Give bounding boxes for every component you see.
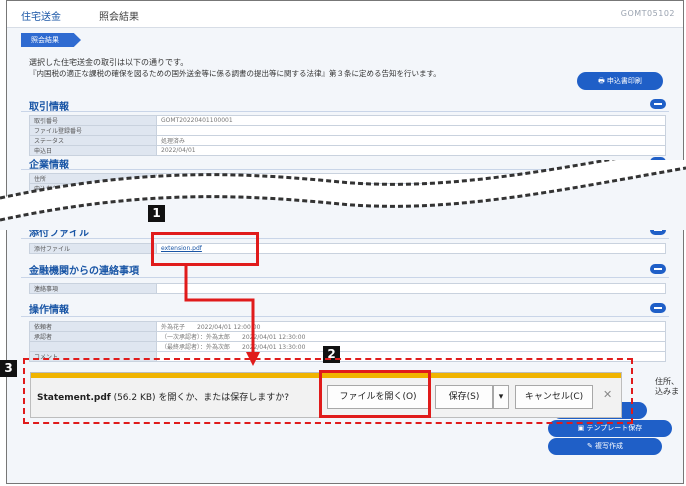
operation-table: 依頼者 外為花子 2022/04/01 12:00:00 承認者 （一次承認者）：外… <box>29 321 666 362</box>
row-label: 承認者 <box>29 331 157 342</box>
callout-box-file-link <box>151 232 259 266</box>
row-value: オオサカ チョウジブ <box>156 173 666 184</box>
row-value: 2022/04/01 <box>156 145 666 156</box>
callout-arrow <box>184 264 260 366</box>
table-row: 住所 オオサカ チョウジブ <box>29 173 666 184</box>
print-application-button[interactable]: 🖶 申込書印刷 <box>577 72 663 90</box>
result-message-line2: 『内国税の適正な課税の確保を図るための国外送金等に係る調書の提出等に関する法律』… <box>29 69 441 78</box>
row-value <box>156 125 666 136</box>
row-label: ステータス <box>29 135 157 146</box>
section-divider <box>21 316 669 317</box>
table-row: 添付ファイル extension.pdf <box>29 243 666 254</box>
print-button-label: 申込書印刷 <box>606 77 642 85</box>
table-row: 承認者 （一次承認者）：外為太郎 2022/04/01 12:30:00 <box>29 331 666 342</box>
printer-icon: 🖶 <box>598 77 607 85</box>
result-message-line1: 選択した住宅送金の取引は以下の通りです。 <box>29 58 189 67</box>
table-row: 取引番号 GOMT20220401100001 <box>29 115 666 126</box>
save-template-label: テンプレート保存 <box>586 424 643 432</box>
app-name[interactable]: 住宅送金 <box>21 8 61 23</box>
table-row: ステータス 処理済み <box>29 135 666 146</box>
row-label: 添付ファイル <box>29 243 157 254</box>
section-title-bank-contact: 金融機関からの連絡事項 <box>29 266 139 277</box>
transaction-table: 取引番号 GOMT20220401100001 ファイル登録番号 ステータス 処理済… <box>29 115 666 156</box>
row-label: 住所 <box>29 173 157 184</box>
collapse-bank-contact-icon[interactable] <box>650 264 666 274</box>
step-indicator: 照会結果 <box>21 33 81 47</box>
section-divider <box>21 238 669 239</box>
callout-number-3: 3 <box>0 360 17 377</box>
side-note-line2: 込みま <box>655 387 679 396</box>
bank-contact-table: 連絡事項 <box>29 283 666 294</box>
copy-create-button[interactable]: ✎ 複写作成 <box>548 438 662 455</box>
row-label: 連絡事項 <box>29 283 157 294</box>
save-icon: ▣ <box>577 424 587 432</box>
table-row: 依頼者 外為花子 2022/04/01 12:00:00 <box>29 321 666 332</box>
section-divider <box>21 169 669 170</box>
section-title-operation: 操作情報 <box>29 305 69 316</box>
section-divider <box>21 277 669 278</box>
section-divider <box>21 111 669 112</box>
section-title-attachment: 添付ファイル <box>29 228 89 239</box>
row-label <box>29 341 157 352</box>
screen-id: GOMT05102 <box>620 9 675 18</box>
row-value <box>156 201 666 212</box>
collapse-transaction-icon[interactable] <box>650 99 666 109</box>
table-row: （最終承認者）：外為次郎 2022/04/01 13:30:00 <box>29 341 666 352</box>
row-label <box>29 201 157 212</box>
collapse-operation-icon[interactable] <box>650 303 666 313</box>
row-label: 申込日 <box>29 145 157 156</box>
row-value: GOMT20220401100001 <box>156 115 666 126</box>
row-value: 処理済み <box>156 135 666 146</box>
table-row: 申込日 2022/04/01 <box>29 145 666 156</box>
table-row: 連絡事項 <box>29 283 666 294</box>
side-note-line1: 住所、 <box>655 377 679 386</box>
collapse-attachment-icon[interactable] <box>650 225 666 235</box>
table-row: ファイル登録番号 <box>29 125 666 136</box>
collapse-applicant-icon[interactable] <box>650 157 666 167</box>
copy-create-label: 複写作成 <box>595 442 624 450</box>
header-bar: 住宅送金 照会結果 GOMT05102 <box>7 1 683 28</box>
applicant-table-continued <box>29 201 666 212</box>
side-note: 住所、 込みま <box>655 377 679 397</box>
row-label: ファイル登録番号 <box>29 125 157 136</box>
table-row <box>29 201 666 212</box>
page-name: 照会結果 <box>99 12 139 23</box>
pencil-icon: ✎ <box>586 442 596 450</box>
callout-box-download-bar <box>23 358 633 424</box>
row-label: 依頼者 <box>29 321 157 332</box>
callout-number-1: 1 <box>148 205 165 222</box>
attachment-table: 添付ファイル extension.pdf <box>29 243 666 254</box>
row-label: 取引番号 <box>29 115 157 126</box>
